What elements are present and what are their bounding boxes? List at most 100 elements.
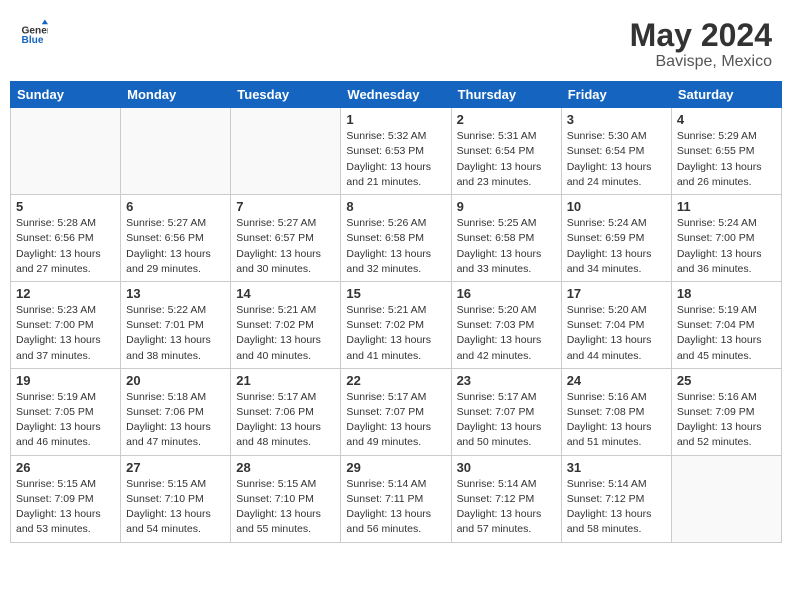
calendar-cell (671, 455, 781, 542)
calendar-cell (231, 108, 341, 195)
calendar-cell: 28 Sunrise: 5:15 AM Sunset: 7:10 PM Dayli… (231, 455, 341, 542)
day-info: Sunrise: 5:16 AM Sunset: 7:09 PM Dayligh… (677, 390, 776, 451)
day-info: Sunrise: 5:17 AM Sunset: 7:06 PM Dayligh… (236, 390, 335, 451)
day-info: Sunrise: 5:30 AM Sunset: 6:54 PM Dayligh… (567, 129, 666, 190)
day-number: 14 (236, 286, 335, 301)
calendar-cell: 29Sunrise: 5:14 AM Sunset: 7:11 PM Dayli… (341, 455, 451, 542)
calendar-cell: 18Sunrise: 5:19 AM Sunset: 7:04 PM Dayli… (671, 281, 781, 368)
calendar-cell: 19 Sunrise: 5:19 AM Sunset: 7:05 PM Dayli… (11, 368, 121, 455)
calendar-cell: 5 Sunrise: 5:28 AM Sunset: 6:56 PM Daylig… (11, 195, 121, 282)
day-info: Sunrise: 5:26 AM Sunset: 6:58 PM Dayligh… (346, 216, 445, 277)
day-info: Sunrise: 5:29 AM Sunset: 6:55 PM Dayligh… (677, 129, 776, 190)
calendar-cell: 20 Sunrise: 5:18 AM Sunset: 7:06 PM Dayli… (121, 368, 231, 455)
day-number: 8 (346, 199, 445, 214)
day-number: 17 (567, 286, 666, 301)
calendar-cell (11, 108, 121, 195)
weekday-header-row: SundayMondayTuesdayWednesdayThursdayFrid… (11, 82, 782, 108)
day-info: Sunrise: 5:14 AM Sunset: 7:12 PM Dayligh… (457, 477, 556, 538)
day-info: Sunrise: 5:24 AM Sunset: 6:59 PM Dayligh… (567, 216, 666, 277)
calendar-cell: 4 Sunrise: 5:29 AM Sunset: 6:55 PM Daylig… (671, 108, 781, 195)
page-header: General Blue May 2024 Bavispe, Mexico (10, 10, 782, 75)
calendar-cell: 23 Sunrise: 5:17 AM Sunset: 7:07 PM Dayli… (451, 368, 561, 455)
day-number: 26 (16, 460, 115, 475)
day-info: Sunrise: 5:15 AM Sunset: 7:10 PM Dayligh… (236, 477, 335, 538)
calendar-cell: 9 Sunrise: 5:25 AM Sunset: 6:58 PM Daylig… (451, 195, 561, 282)
day-info: Sunrise: 5:15 AM Sunset: 7:10 PM Dayligh… (126, 477, 225, 538)
calendar-cell: 27 Sunrise: 5:15 AM Sunset: 7:10 PM Dayli… (121, 455, 231, 542)
calendar-week-row: 5 Sunrise: 5:28 AM Sunset: 6:56 PM Daylig… (11, 195, 782, 282)
day-number: 13 (126, 286, 225, 301)
calendar-cell: 21 Sunrise: 5:17 AM Sunset: 7:06 PM Dayli… (231, 368, 341, 455)
day-info: Sunrise: 5:14 AM Sunset: 7:11 PM Dayligh… (346, 477, 445, 538)
calendar-cell (121, 108, 231, 195)
calendar-cell: 2 Sunrise: 5:31 AM Sunset: 6:54 PM Daylig… (451, 108, 561, 195)
calendar-cell: 24Sunrise: 5:16 AM Sunset: 7:08 PM Dayli… (561, 368, 671, 455)
day-number: 23 (457, 373, 556, 388)
day-number: 19 (16, 373, 115, 388)
calendar-cell: 16 Sunrise: 5:20 AM Sunset: 7:03 PM Dayli… (451, 281, 561, 368)
day-number: 28 (236, 460, 335, 475)
day-info: Sunrise: 5:18 AM Sunset: 7:06 PM Dayligh… (126, 390, 225, 451)
day-number: 1 (346, 112, 445, 127)
calendar-table: SundayMondayTuesdayWednesdayThursdayFrid… (10, 81, 782, 542)
weekday-header: Friday (561, 82, 671, 108)
day-info: Sunrise: 5:19 AM Sunset: 7:05 PM Dayligh… (16, 390, 115, 451)
weekday-header: Monday (121, 82, 231, 108)
day-info: Sunrise: 5:25 AM Sunset: 6:58 PM Dayligh… (457, 216, 556, 277)
day-info: Sunrise: 5:19 AM Sunset: 7:04 PM Dayligh… (677, 303, 776, 364)
day-info: Sunrise: 5:17 AM Sunset: 7:07 PM Dayligh… (346, 390, 445, 451)
calendar-cell: 25Sunrise: 5:16 AM Sunset: 7:09 PM Dayli… (671, 368, 781, 455)
day-number: 31 (567, 460, 666, 475)
day-number: 30 (457, 460, 556, 475)
day-info: Sunrise: 5:28 AM Sunset: 6:56 PM Dayligh… (16, 216, 115, 277)
day-info: Sunrise: 5:24 AM Sunset: 7:00 PM Dayligh… (677, 216, 776, 277)
weekday-header: Thursday (451, 82, 561, 108)
calendar-cell: 7 Sunrise: 5:27 AM Sunset: 6:57 PM Daylig… (231, 195, 341, 282)
calendar-week-row: 1 Sunrise: 5:32 AM Sunset: 6:53 PM Daylig… (11, 108, 782, 195)
weekday-header: Sunday (11, 82, 121, 108)
day-number: 12 (16, 286, 115, 301)
weekday-header: Saturday (671, 82, 781, 108)
month-year: May 2024 (630, 18, 772, 53)
day-info: Sunrise: 5:32 AM Sunset: 6:53 PM Dayligh… (346, 129, 445, 190)
location: Bavispe, Mexico (630, 53, 772, 71)
calendar-week-row: 19 Sunrise: 5:19 AM Sunset: 7:05 PM Dayli… (11, 368, 782, 455)
calendar-cell: 11 Sunrise: 5:24 AM Sunset: 7:00 PM Dayli… (671, 195, 781, 282)
day-info: Sunrise: 5:27 AM Sunset: 6:57 PM Dayligh… (236, 216, 335, 277)
calendar-week-row: 12Sunrise: 5:23 AM Sunset: 7:00 PM Dayli… (11, 281, 782, 368)
day-number: 2 (457, 112, 556, 127)
calendar-cell: 13 Sunrise: 5:22 AM Sunset: 7:01 PM Dayli… (121, 281, 231, 368)
day-number: 7 (236, 199, 335, 214)
day-number: 24 (567, 373, 666, 388)
day-info: Sunrise: 5:20 AM Sunset: 7:03 PM Dayligh… (457, 303, 556, 364)
title-block: May 2024 Bavispe, Mexico (630, 18, 772, 71)
calendar-cell: 8 Sunrise: 5:26 AM Sunset: 6:58 PM Daylig… (341, 195, 451, 282)
day-number: 11 (677, 199, 776, 214)
logo-icon: General Blue (20, 18, 48, 46)
day-number: 4 (677, 112, 776, 127)
calendar-cell: 15Sunrise: 5:21 AM Sunset: 7:02 PM Dayli… (341, 281, 451, 368)
calendar-cell: 12Sunrise: 5:23 AM Sunset: 7:00 PM Dayli… (11, 281, 121, 368)
day-number: 21 (236, 373, 335, 388)
day-number: 3 (567, 112, 666, 127)
svg-text:Blue: Blue (22, 35, 44, 46)
day-info: Sunrise: 5:31 AM Sunset: 6:54 PM Dayligh… (457, 129, 556, 190)
day-number: 22 (346, 373, 445, 388)
calendar-cell: 22 Sunrise: 5:17 AM Sunset: 7:07 PM Dayli… (341, 368, 451, 455)
weekday-header: Wednesday (341, 82, 451, 108)
day-number: 6 (126, 199, 225, 214)
day-number: 10 (567, 199, 666, 214)
day-info: Sunrise: 5:21 AM Sunset: 7:02 PM Dayligh… (236, 303, 335, 364)
weekday-header: Tuesday (231, 82, 341, 108)
calendar-cell: 10 Sunrise: 5:24 AM Sunset: 6:59 PM Dayli… (561, 195, 671, 282)
day-info: Sunrise: 5:17 AM Sunset: 7:07 PM Dayligh… (457, 390, 556, 451)
calendar-cell: 17Sunrise: 5:20 AM Sunset: 7:04 PM Dayli… (561, 281, 671, 368)
day-number: 9 (457, 199, 556, 214)
day-info: Sunrise: 5:22 AM Sunset: 7:01 PM Dayligh… (126, 303, 225, 364)
day-number: 16 (457, 286, 556, 301)
day-number: 20 (126, 373, 225, 388)
day-info: Sunrise: 5:21 AM Sunset: 7:02 PM Dayligh… (346, 303, 445, 364)
day-number: 27 (126, 460, 225, 475)
day-number: 5 (16, 199, 115, 214)
calendar-cell: 30 Sunrise: 5:14 AM Sunset: 7:12 PM Dayli… (451, 455, 561, 542)
